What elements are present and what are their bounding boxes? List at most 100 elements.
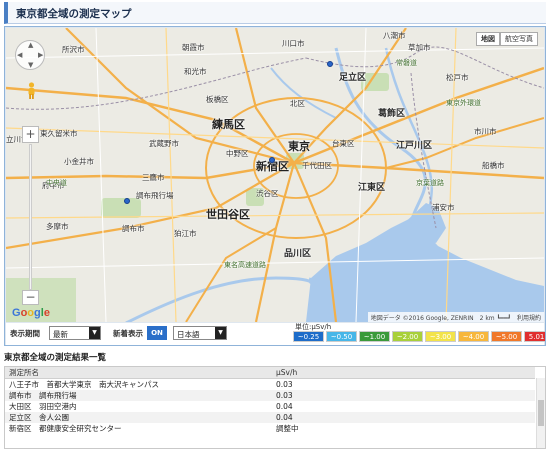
map-label-wako: 和光市 bbox=[184, 67, 207, 76]
cell-value: 0.04 bbox=[276, 402, 293, 411]
map-label-adachi: 足立区 bbox=[339, 73, 367, 83]
legend-item: ~4.00 bbox=[458, 331, 489, 342]
map-label-nerima: 練馬区 bbox=[212, 118, 245, 131]
cell-value: 0.04 bbox=[272, 412, 535, 423]
map-label-edogawa: 江戸川区 bbox=[396, 141, 433, 151]
cell-location: 八王子市 首都大学東京 南大沢キャンパス bbox=[9, 380, 159, 389]
newest-label: 新着表示 bbox=[113, 329, 143, 338]
table-row[interactable]: 足立区 舎人公園 0.04 bbox=[5, 412, 535, 423]
pan-control[interactable]: ▲ ◀ ▶ ▼ bbox=[15, 40, 45, 70]
cell-value: 0.03 bbox=[272, 390, 535, 401]
cell-location: 大田区 羽田空港内 bbox=[9, 402, 77, 411]
column-header-location[interactable]: 測定所名 bbox=[5, 367, 272, 379]
legend-item: ~0.50 bbox=[326, 331, 357, 342]
legend-item: ~2.00 bbox=[392, 331, 423, 342]
scrollbar-thumb[interactable] bbox=[538, 400, 544, 426]
legend-item: ~1.00 bbox=[359, 331, 390, 342]
zoom-in-button[interactable]: + bbox=[22, 126, 39, 143]
map-label-taito: 台東区 bbox=[332, 139, 355, 148]
newest-toggle[interactable]: ON bbox=[147, 326, 167, 340]
measurement-marker-shinjuku[interactable] bbox=[269, 157, 275, 163]
map-label-higashikurume: 東久留米市 bbox=[40, 129, 78, 138]
map-type-control: 地図 航空写真 bbox=[476, 32, 538, 46]
legend-item: 5.01~ bbox=[524, 331, 545, 342]
table-row[interactable]: 新宿区 都健康安全研究センター 調整中 bbox=[5, 423, 535, 434]
zoom-out-button[interactable]: − bbox=[22, 290, 39, 305]
language-select[interactable]: 日本語 ▼ bbox=[173, 326, 227, 340]
map-label-shinagawa: 品川区 bbox=[284, 249, 312, 259]
table-row[interactable]: 調布市 調布飛行場 0.03 bbox=[5, 390, 535, 401]
road-label-tokyo-gaikan: 東京外環道 bbox=[446, 99, 481, 107]
results-title: 東京都全域の測定結果一覧 bbox=[4, 353, 107, 363]
map-label-chofu-airport: 調布飛行場 bbox=[136, 191, 174, 200]
map-canvas[interactable]: 所沢市 朝霞市 和光市 川口市 八潮市 草加市 松戸市 足立区 北区 板橋区 葛… bbox=[6, 28, 544, 322]
legend-item: ~0.25 bbox=[293, 331, 324, 342]
pegman-icon[interactable] bbox=[27, 82, 36, 99]
page-title: 東京都全域の測定マップ bbox=[16, 8, 132, 20]
results-scrollbar[interactable] bbox=[536, 378, 545, 448]
map-control-bar: 表示期間 最新 ▼ 新着表示 ON 日本語 ▼ 単位:μSv/h ~0.25 ~… bbox=[6, 323, 545, 345]
pan-up-icon[interactable]: ▲ bbox=[28, 41, 33, 49]
map-label-ichikawa: 市川市 bbox=[474, 127, 497, 136]
results-table: 測定所名 μSv/h 八王子市 首都大学東京 南大沢キャンパス 0.03 調布市… bbox=[5, 367, 535, 434]
map-label-kita: 北区 bbox=[290, 99, 305, 108]
measurement-marker-chofu[interactable] bbox=[124, 198, 130, 204]
period-select[interactable]: 最新 ▼ bbox=[49, 326, 101, 340]
map-label-katsushika: 葛飾区 bbox=[378, 109, 406, 119]
map-panel: 所沢市 朝霞市 和光市 川口市 八潮市 草加市 松戸市 足立区 北区 板橋区 葛… bbox=[4, 26, 546, 346]
google-logo: Google bbox=[12, 307, 50, 319]
table-row[interactable]: 八王子市 首都大学東京 南大沢キャンパス 0.03 bbox=[5, 379, 535, 391]
map-label-chiyoda: 千代田区 bbox=[302, 161, 332, 170]
map-label-musashino: 武蔵野市 bbox=[149, 139, 179, 148]
map-label-funabashi: 船橋市 bbox=[482, 161, 505, 170]
map-label-nakano: 中野区 bbox=[226, 149, 249, 158]
map-label-matsudo: 松戸市 bbox=[446, 73, 469, 82]
cell-location: 調布市 調布飛行場 bbox=[5, 390, 272, 401]
cell-location: 足立区 舎人公園 bbox=[5, 412, 272, 423]
dose-legend: ~0.25 ~0.50 ~1.00 ~2.00 ~3.00 ~4.00 ~5.0… bbox=[293, 331, 545, 342]
zoom-slider[interactable] bbox=[29, 144, 32, 290]
road-label-tomei: 東名高速道路 bbox=[224, 261, 266, 269]
map-label-soka: 草加市 bbox=[408, 43, 431, 52]
page-header: 東京都全域の測定マップ bbox=[4, 2, 546, 24]
map-label-koto: 江東区 bbox=[358, 183, 386, 193]
map-label-kawaguchi: 川口市 bbox=[282, 39, 305, 48]
map-label-shibuya: 渋谷区 bbox=[256, 189, 279, 198]
table-row[interactable]: 大田区 羽田空港内 0.04 bbox=[5, 401, 535, 412]
map-label-komae: 狛江市 bbox=[174, 229, 197, 238]
map-type-map-button[interactable]: 地図 bbox=[476, 32, 500, 46]
pan-down-icon[interactable]: ▼ bbox=[28, 61, 33, 69]
map-label-itabashi: 板橋区 bbox=[206, 95, 229, 104]
measurement-marker-adachi[interactable] bbox=[327, 61, 333, 67]
cell-value: 調整中 bbox=[276, 424, 299, 433]
map-attribution[interactable]: 地図データ ©2016 Google, ZENRIN 2 km ┗━━┛ 利用規… bbox=[367, 312, 544, 322]
map-type-satellite-button[interactable]: 航空写真 bbox=[500, 32, 538, 46]
pan-left-icon[interactable]: ◀ bbox=[17, 51, 22, 59]
road-label-keiyo: 京葉道路 bbox=[416, 179, 444, 187]
period-label: 表示期間 bbox=[10, 329, 40, 338]
column-header-value[interactable]: μSv/h bbox=[272, 367, 535, 379]
results-table-panel: 測定所名 μSv/h 八王子市 首都大学東京 南大沢キャンパス 0.03 調布市… bbox=[4, 366, 546, 449]
language-select-value: 日本語 bbox=[177, 330, 200, 339]
map-label-yashio: 八潮市 bbox=[383, 31, 406, 40]
map-label-urayasu: 浦安市 bbox=[432, 203, 455, 212]
road-label-chuo: 中央道 bbox=[46, 179, 67, 187]
pan-right-icon[interactable]: ▶ bbox=[38, 51, 43, 59]
map-label-asaka: 朝霞市 bbox=[182, 43, 205, 52]
map-label-tokorozawa: 所沢市 bbox=[62, 45, 85, 54]
map-label-mitaka: 三鷹市 bbox=[142, 173, 165, 182]
table-header-row: 測定所名 μSv/h bbox=[5, 367, 535, 379]
period-select-value: 最新 bbox=[53, 330, 68, 339]
map-label-tama: 多摩市 bbox=[46, 222, 69, 231]
map-label-tokyo: 東京 bbox=[288, 140, 310, 153]
legend-item: ~5.00 bbox=[491, 331, 522, 342]
cell-location: 新宿区 都健康安全研究センター bbox=[9, 424, 122, 433]
map-label-setagaya: 世田谷区 bbox=[206, 208, 250, 221]
map-label-chofu: 調布市 bbox=[122, 224, 145, 233]
chevron-down-icon: ▼ bbox=[89, 327, 100, 339]
map-label-koganei: 小金井市 bbox=[64, 157, 94, 166]
road-label-joban: 常磐道 bbox=[396, 59, 417, 67]
chevron-down-icon: ▼ bbox=[215, 327, 226, 339]
cell-value: 0.03 bbox=[276, 380, 293, 389]
legend-item: ~3.00 bbox=[425, 331, 456, 342]
